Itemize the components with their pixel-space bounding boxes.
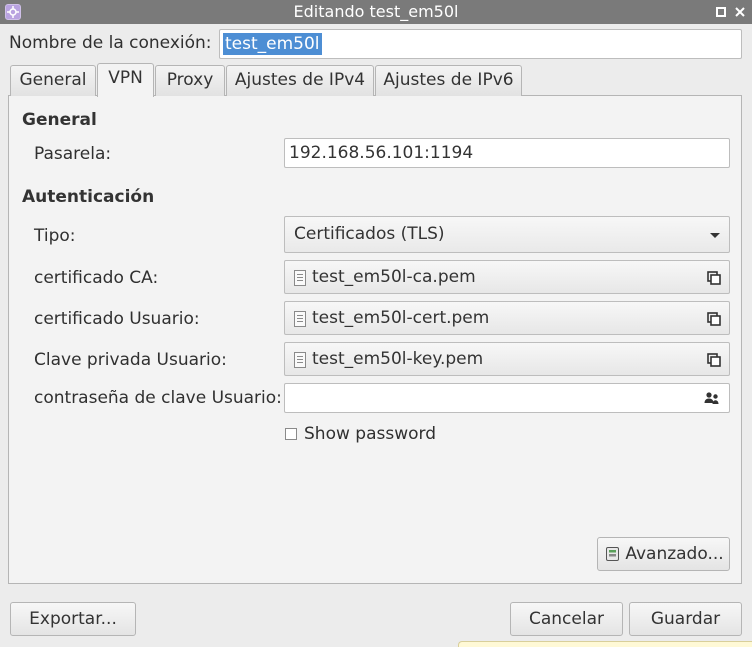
connection-name-label: Nombre de la conexión: <box>9 33 212 53</box>
ca-file-name: test_em50l-ca.pem <box>312 267 476 287</box>
restore-icon[interactable] <box>713 4 729 20</box>
connection-name-value: test_em50l <box>223 33 322 55</box>
auth-heading: Autenticación <box>22 187 155 207</box>
user-cert-label: certificado Usuario: <box>34 309 200 329</box>
ca-file-button[interactable]: test_em50l-ca.pem <box>284 260 730 294</box>
key-password-input[interactable] <box>284 383 730 413</box>
gateway-value: 192.168.56.101:1194 <box>289 143 474 163</box>
key-file-name: test_em50l-key.pem <box>312 349 484 369</box>
tab-general[interactable]: General <box>10 65 96 96</box>
key-label: Clave privada Usuario: <box>34 350 227 370</box>
document-icon <box>294 352 306 368</box>
key-file-button[interactable]: test_em50l-key.pem <box>284 342 730 376</box>
ca-label: certificado CA: <box>34 268 159 288</box>
export-button[interactable]: Exportar... <box>10 602 136 636</box>
cancel-button[interactable]: Cancelar <box>510 602 623 636</box>
copy-icon <box>707 271 721 285</box>
copy-icon <box>707 312 721 326</box>
chevron-down-icon <box>710 233 720 238</box>
people-icon[interactable] <box>704 391 720 405</box>
tab-ipv4[interactable]: Ajustes de IPv4 <box>226 65 374 96</box>
gateway-label: Pasarela: <box>34 144 112 164</box>
tab-proxy[interactable]: Proxy <box>155 65 225 96</box>
user-cert-file-button[interactable]: test_em50l-cert.pem <box>284 301 730 335</box>
gateway-input[interactable]: 192.168.56.101:1194 <box>284 138 730 168</box>
advanced-button[interactable]: Avanzado... <box>597 537 730 571</box>
save-button[interactable]: Guardar <box>629 602 742 636</box>
connection-name-input[interactable]: test_em50l <box>219 29 742 59</box>
user-cert-file-name: test_em50l-cert.pem <box>312 308 490 328</box>
close-icon[interactable] <box>732 4 748 20</box>
notification-edge <box>458 641 752 647</box>
copy-icon <box>707 353 721 367</box>
type-value: Certificados (TLS) <box>294 224 445 244</box>
advanced-icon <box>606 547 619 561</box>
tab-vpn[interactable]: VPN <box>97 63 154 97</box>
type-label: Tipo: <box>34 226 76 246</box>
document-icon <box>294 270 306 286</box>
show-password-checkbox[interactable] <box>285 428 297 440</box>
network-icon[interactable] <box>5 4 21 20</box>
general-heading: General <box>22 110 97 130</box>
advanced-label: Avanzado... <box>625 544 724 564</box>
type-select[interactable]: Certificados (TLS) <box>284 216 730 253</box>
document-icon <box>294 311 306 327</box>
tab-ipv6[interactable]: Ajustes de IPv6 <box>375 65 522 96</box>
key-password-label: contraseña de clave Usuario: <box>34 388 282 408</box>
tab-panel-vpn <box>8 95 742 584</box>
show-password-label[interactable]: Show password <box>304 424 436 444</box>
window-title: Editando test_em50l <box>293 2 459 21</box>
